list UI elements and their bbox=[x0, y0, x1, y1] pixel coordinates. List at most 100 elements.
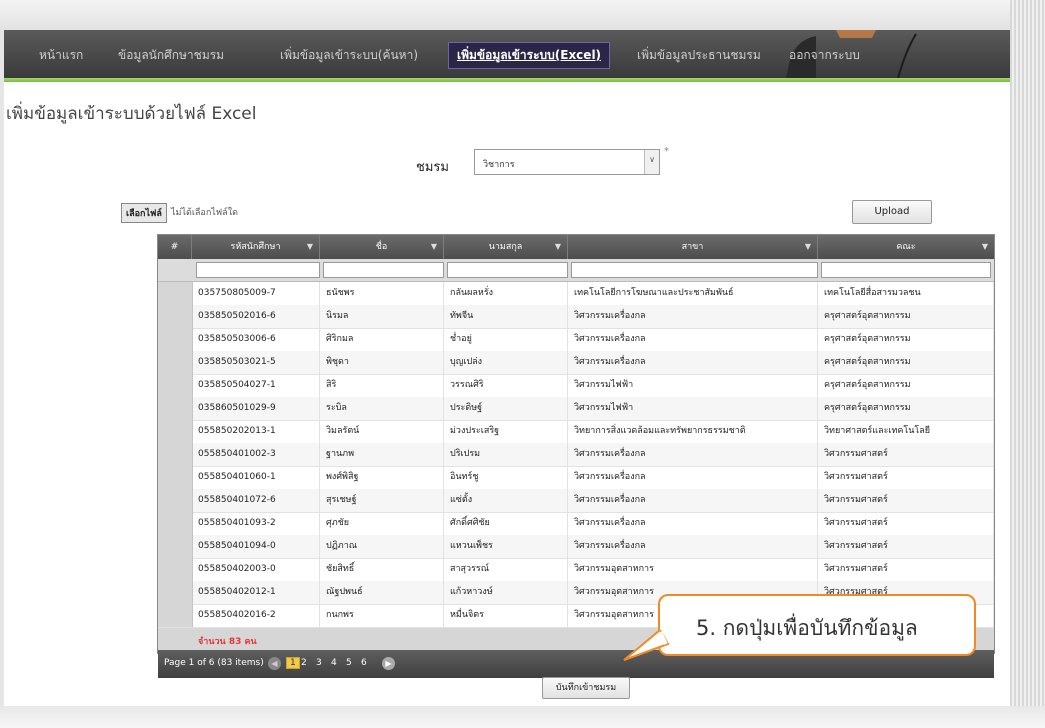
table-cell: สุรเชษฐ์ bbox=[320, 489, 444, 512]
table-cell: 055850202013-1 bbox=[192, 420, 320, 443]
table-cell: กนกพร bbox=[320, 604, 444, 627]
header-first-name[interactable]: ชื่อ ▼ bbox=[320, 235, 444, 259]
table-cell: พงศ์พิสิฐ bbox=[320, 466, 444, 489]
table-cell: สาสุวรรณ์ bbox=[444, 558, 568, 581]
table-row[interactable]: 055850402003-0 ชัยสิทธิ์ สาสุวรรณ์ วิศวกรรม… bbox=[158, 558, 994, 582]
window-top-frame bbox=[0, 0, 1045, 30]
filter-faculty-input[interactable] bbox=[821, 262, 991, 278]
header-student-id[interactable]: รหัสนักศึกษา ▼ bbox=[192, 235, 320, 259]
table-cell: บุญเปล่ง bbox=[444, 351, 568, 374]
row-indicator bbox=[158, 305, 193, 328]
table-cell: 055850401060-1 bbox=[192, 466, 320, 489]
filter-last-name-input[interactable] bbox=[447, 262, 568, 278]
nav-add-president[interactable]: เพิ่มข้อมูลประธานชมรม bbox=[637, 46, 761, 65]
filter-major-input[interactable] bbox=[571, 262, 818, 278]
table-cell: 035860501029-9 bbox=[192, 397, 320, 420]
nav-club-students[interactable]: ข้อมูลนักศึกษาชมรม bbox=[118, 46, 224, 65]
table-cell: เทคโนโลยีการโฆษณาและประชาสัมพันธ์ bbox=[568, 282, 818, 305]
choose-file-button[interactable]: เลือกไฟล์ bbox=[121, 203, 167, 223]
page-number-5[interactable]: 5 bbox=[346, 658, 352, 668]
table-cell: แก้วหาวงษ์ bbox=[444, 581, 568, 604]
prev-page-icon[interactable]: ◀ bbox=[268, 657, 281, 670]
callout-pointer bbox=[623, 630, 670, 661]
header-index: # bbox=[158, 235, 192, 259]
page-number-6[interactable]: 6 bbox=[361, 658, 367, 668]
row-indicator bbox=[158, 604, 193, 627]
page-number-2[interactable]: 2 bbox=[301, 658, 307, 668]
table-row[interactable]: 055850401094-0 ปฏิภาณ แหวนเพ็ชร วิศวกรรมเคร… bbox=[158, 535, 994, 559]
save-to-club-button[interactable]: บันทึกเข้าชมรม bbox=[542, 677, 630, 699]
header-faculty[interactable]: คณะ ▼ bbox=[818, 235, 994, 259]
table-cell: 055850402012-1 bbox=[192, 581, 320, 604]
table-cell: ครุศาสตร์อุตสาหกรรม bbox=[818, 305, 994, 328]
filter-student-id-input[interactable] bbox=[196, 262, 320, 278]
table-cell: ชัยสิทธิ์ bbox=[320, 558, 444, 581]
table-row[interactable]: 055850401002-3 ฐานภพ ปริเปรม วิศวกรรมเครื่อ… bbox=[158, 443, 994, 467]
table-row[interactable]: 035860501029-9 ระบิล ประดิษฐ์ วิศวกรรมไฟฟ้า… bbox=[158, 397, 994, 421]
table-cell: ปฏิภาณ bbox=[320, 535, 444, 558]
table-cell: วรรณศิริ bbox=[444, 374, 568, 397]
filter-row bbox=[158, 259, 994, 282]
table-cell: วิศวกรรมศาสตร์ bbox=[818, 443, 994, 466]
row-indicator bbox=[158, 489, 193, 512]
nav-home[interactable]: หน้าแรก bbox=[39, 46, 83, 65]
table-row[interactable]: 035850504027-1 สิริ วรรณศิริ วิศวกรรมไฟฟ้าค… bbox=[158, 374, 994, 398]
table-row[interactable]: 055850401060-1 พงศ์พิสิฐ อินทร์ชู วิศวกรรมเ… bbox=[158, 466, 994, 490]
table-cell: วิศวกรรมไฟฟ้า bbox=[568, 397, 818, 420]
instruction-callout: 5. กดปุ่มเพื่อบันทึกข้อมูล bbox=[658, 594, 976, 656]
row-indicator bbox=[158, 535, 193, 558]
page-number-4[interactable]: 4 bbox=[331, 658, 337, 668]
table-cell: 035850502016-6 bbox=[192, 305, 320, 328]
table-cell: 035850503021-5 bbox=[192, 351, 320, 374]
table-cell: วิศวกรรมศาสตร์ bbox=[818, 466, 994, 489]
table-cell: วิศวกรรมศาสตร์ bbox=[818, 558, 994, 581]
nav-add-excel[interactable]: เพิ่มข้อมูลเข้าระบบ(Excel) bbox=[448, 42, 611, 69]
table-cell: วิศวกรรมเครื่องกล bbox=[568, 512, 818, 535]
header-last-name[interactable]: นามสกุล ▼ bbox=[444, 235, 568, 259]
table-cell: วิทยาศาสตร์และเทคโนโลยี bbox=[818, 420, 994, 443]
table-cell: นิรมล bbox=[320, 305, 444, 328]
student-grid: # รหัสนักศึกษา ▼ ชื่อ ▼ นามสกุล ▼ สาขา ▼ คณะ… bbox=[157, 234, 995, 678]
table-cell: วิศวกรรมศาสตร์ bbox=[818, 535, 994, 558]
top-nav: หน้าแรก ข้อมูลนักศึกษาชมรม เพิ่มข้อมูลเข… bbox=[4, 30, 1010, 78]
table-row[interactable]: 055850202013-1 วิมลรัตน์ ม่วงประเสริฐ วิทยา… bbox=[158, 420, 994, 444]
table-row[interactable]: 055850401093-2 ศุภชัย ศักดิ์ศศิชัย วิศวกรรม… bbox=[158, 512, 994, 536]
table-cell: ศุภชัย bbox=[320, 512, 444, 535]
row-indicator bbox=[158, 420, 193, 443]
table-row[interactable]: 035850502016-6 นิรมล ทัพจีน วิศวกรรมเครื่อง… bbox=[158, 305, 994, 329]
row-indicator bbox=[158, 374, 193, 397]
table-cell: ครุศาสตร์อุตสาหกรรม bbox=[818, 397, 994, 420]
next-page-icon[interactable]: ▶ bbox=[382, 657, 395, 670]
table-cell: หมื่นจิตร bbox=[444, 604, 568, 627]
table-row[interactable]: 035850503006-6 ศิริกมล ช่ำอยู่ วิศวกรรมเครื… bbox=[158, 328, 994, 352]
nav-accent-strip bbox=[4, 78, 1010, 82]
window-bottom-frame bbox=[0, 706, 1045, 728]
header-major[interactable]: สาขา ▼ bbox=[568, 235, 818, 259]
nav-add-search[interactable]: เพิ่มข้อมูลเข้าระบบ(ค้นหา) bbox=[280, 46, 418, 65]
sort-icon: ▼ bbox=[804, 242, 811, 251]
page-number-3[interactable]: 3 bbox=[316, 658, 322, 668]
nav-logout[interactable]: ออกจากระบบ bbox=[789, 46, 860, 65]
table-row[interactable]: 035750805009-7 ธนัชพร กลันผลหรั่ง เทคโนโลยี… bbox=[158, 282, 994, 306]
window-right-frame bbox=[1010, 0, 1045, 728]
table-cell: พิชุดา bbox=[320, 351, 444, 374]
row-indicator bbox=[158, 328, 193, 351]
table-cell: 035750805009-7 bbox=[192, 282, 320, 305]
table-cell: วิศวกรรมเครื่องกล bbox=[568, 466, 818, 489]
club-select[interactable]: วิชาการ ∨ bbox=[474, 149, 660, 175]
row-indicator bbox=[158, 558, 193, 581]
table-cell: ครุศาสตร์อุตสาหกรรม bbox=[818, 351, 994, 374]
page-number-1[interactable]: 1 bbox=[286, 657, 300, 669]
table-cell: ระบิล bbox=[320, 397, 444, 420]
table-cell: 055850402016-2 bbox=[192, 604, 320, 627]
row-indicator bbox=[158, 282, 193, 305]
table-cell: วิศวกรรมศาสตร์ bbox=[818, 512, 994, 535]
table-cell: วิศวกรรมอุตสาหการ bbox=[568, 558, 818, 581]
table-cell: 055850401094-0 bbox=[192, 535, 320, 558]
sort-icon: ▼ bbox=[981, 242, 988, 251]
chevron-down-icon[interactable]: ∨ bbox=[644, 150, 659, 174]
table-row[interactable]: 035850503021-5 พิชุดา บุญเปล่ง วิศวกรรมเครื… bbox=[158, 351, 994, 375]
upload-button[interactable]: Upload bbox=[852, 200, 932, 224]
filter-first-name-input[interactable] bbox=[323, 262, 444, 278]
table-row[interactable]: 055850401072-6 สุรเชษฐ์ แซ่ตั้ง วิศวกรรมเคร… bbox=[158, 489, 994, 513]
